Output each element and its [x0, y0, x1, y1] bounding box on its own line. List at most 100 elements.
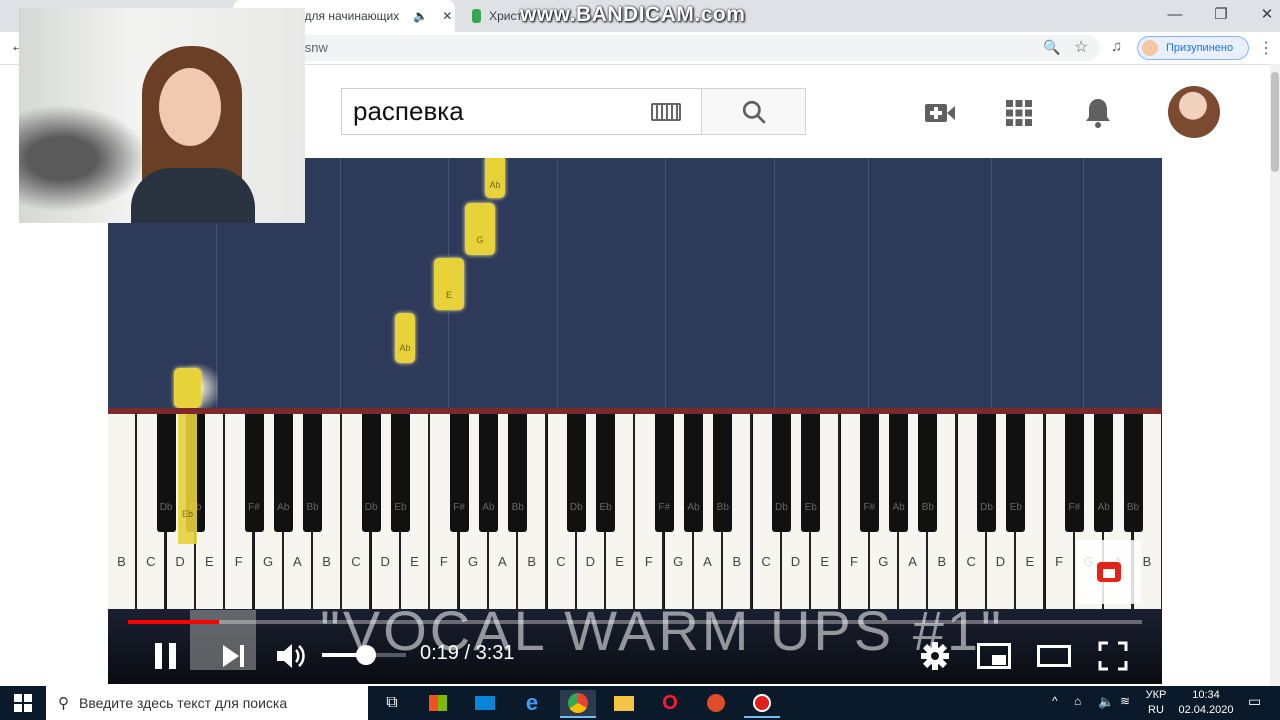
- black-key: F#: [449, 414, 469, 532]
- next-icon: [223, 645, 244, 667]
- note-lane-line: [868, 158, 869, 408]
- key-label: Db: [364, 502, 378, 513]
- key-label: Ab: [482, 502, 495, 513]
- volume-icon: [277, 644, 305, 668]
- keyboard-icon[interactable]: [651, 103, 681, 121]
- video-player[interactable]: Ab E G Ab B C D E F G A B C D E F G A B C D E F G A B C D E F G A B C…: [108, 158, 1162, 684]
- note-label: G: [476, 235, 484, 245]
- fullscreen-button[interactable]: [1093, 636, 1133, 676]
- settings-button[interactable]: [915, 636, 955, 676]
- fullscreen-icon: [1098, 641, 1128, 671]
- falling-note: Ab: [485, 158, 505, 198]
- theater-icon: [1037, 645, 1071, 667]
- key-label: A: [703, 554, 712, 569]
- volume-knob[interactable]: [355, 645, 376, 665]
- key-label: G: [262, 554, 274, 569]
- store-icon[interactable]: [420, 690, 456, 716]
- note-lane-line: [991, 158, 992, 408]
- scrollbar-thumb[interactable]: [1271, 72, 1279, 172]
- miniplayer-button[interactable]: [974, 636, 1014, 676]
- create-video-icon[interactable]: [923, 96, 957, 130]
- key-label: Bb: [306, 502, 319, 513]
- clock[interactable]: 10:34 02.04.2020: [1176, 688, 1236, 718]
- profile-label: Призупинено: [1166, 42, 1234, 54]
- youtube-logo-icon: [1097, 562, 1121, 582]
- theater-mode-button[interactable]: [1034, 636, 1074, 676]
- key-label: F: [439, 554, 448, 569]
- user-avatar[interactable]: [1168, 86, 1220, 138]
- notifications-bell-icon[interactable]: [1081, 96, 1115, 130]
- person-face: [159, 68, 221, 146]
- next-button[interactable]: [214, 636, 254, 676]
- chrome-icon[interactable]: [560, 690, 596, 716]
- lang-bottom: RU: [1148, 704, 1164, 716]
- bookmark-star-icon[interactable]: ☆: [1074, 37, 1088, 57]
- file-explorer-icon[interactable]: [606, 690, 642, 716]
- search-button[interactable]: [701, 88, 806, 135]
- piano-keyboard: BCDEFGABCDEFGABCDEFGABCDEFGABCDEFGABDbEb…: [108, 414, 1162, 609]
- black-key: Db: [977, 414, 996, 532]
- restore-icon[interactable]: ❐: [1198, 0, 1244, 28]
- browser-menu-icon[interactable]: ⋮: [1258, 38, 1274, 58]
- falling-note: [174, 368, 201, 408]
- taskbar-search-icon: ⚲: [58, 695, 69, 712]
- key-label: F: [850, 554, 858, 569]
- key-label: Ab: [687, 502, 700, 513]
- tray-wifi-icon[interactable]: ≋: [1120, 694, 1130, 709]
- time-total: 3:31: [475, 642, 515, 664]
- search-input[interactable]: распевка: [341, 88, 702, 135]
- person-body: [131, 168, 255, 223]
- falling-note: G: [465, 203, 495, 255]
- key-label: F#: [863, 502, 876, 513]
- volume-button[interactable]: [271, 636, 311, 676]
- key-label: D: [175, 554, 185, 569]
- app-icon[interactable]: [698, 690, 734, 716]
- apps-grid-icon[interactable]: [1002, 96, 1036, 130]
- speaker-icon[interactable]: 🔈: [413, 9, 428, 23]
- close-window-icon[interactable]: ✕: [1244, 0, 1280, 28]
- minimize-icon[interactable]: —: [1152, 0, 1198, 28]
- key-label: F: [234, 554, 243, 569]
- key-label: Bb: [511, 502, 524, 513]
- edge-icon[interactable]: e: [514, 690, 550, 716]
- address-bar[interactable]: loKsnw: [240, 35, 1100, 61]
- clock-time: 10:34: [1192, 689, 1220, 701]
- profile-button[interactable]: Призупинено: [1137, 36, 1249, 60]
- note-label: Eb: [181, 509, 193, 519]
- task-view-icon[interactable]: ⧉: [374, 690, 410, 716]
- language-indicator[interactable]: УКР RU: [1145, 688, 1167, 718]
- taskbar-search-placeholder: Введите здесь текст для поиска: [79, 695, 288, 711]
- key-label: Ab: [277, 502, 290, 513]
- mail-icon[interactable]: [467, 690, 503, 716]
- opera-icon[interactable]: O: [652, 690, 688, 716]
- note-label: Ab: [399, 343, 411, 353]
- youtube-badge[interactable]: [1077, 540, 1141, 604]
- webcam-overlay: [19, 8, 305, 223]
- tray-network-icon[interactable]: ⌂: [1074, 694, 1081, 709]
- miniplayer-icon: [977, 643, 1011, 669]
- key-label: F#: [658, 502, 671, 513]
- key-label: D: [995, 554, 1006, 569]
- pause-button[interactable]: [146, 636, 186, 676]
- notifications-center-icon[interactable]: ▭: [1248, 694, 1261, 709]
- taskbar-search[interactable]: ⚲ Введите здесь текст для поиска: [46, 686, 368, 720]
- key-label: Db: [569, 502, 583, 513]
- black-key: F#: [244, 414, 264, 532]
- tab-title: Христ: [489, 9, 522, 23]
- black-key: Db: [361, 414, 381, 532]
- black-key: Eb: [596, 414, 616, 532]
- tray-expand-icon[interactable]: ^: [1052, 694, 1058, 709]
- progress-bar[interactable]: [128, 620, 1142, 624]
- close-tab-icon[interactable]: ✕: [442, 9, 452, 23]
- black-key: F#: [859, 414, 879, 532]
- windows-start-icon[interactable]: [14, 694, 32, 717]
- black-key: Db: [566, 414, 586, 532]
- zoom-icon[interactable]: 🔍: [1043, 39, 1060, 56]
- key-label: Ab: [1097, 502, 1110, 513]
- gear-icon: [921, 642, 949, 670]
- key-label: C: [351, 554, 361, 569]
- bandicam-record-icon[interactable]: [744, 690, 780, 716]
- black-key: Eb: [1006, 414, 1026, 532]
- tray-volume-icon[interactable]: 🔈: [1098, 694, 1114, 709]
- media-control-icon[interactable]: ♫: [1111, 38, 1122, 55]
